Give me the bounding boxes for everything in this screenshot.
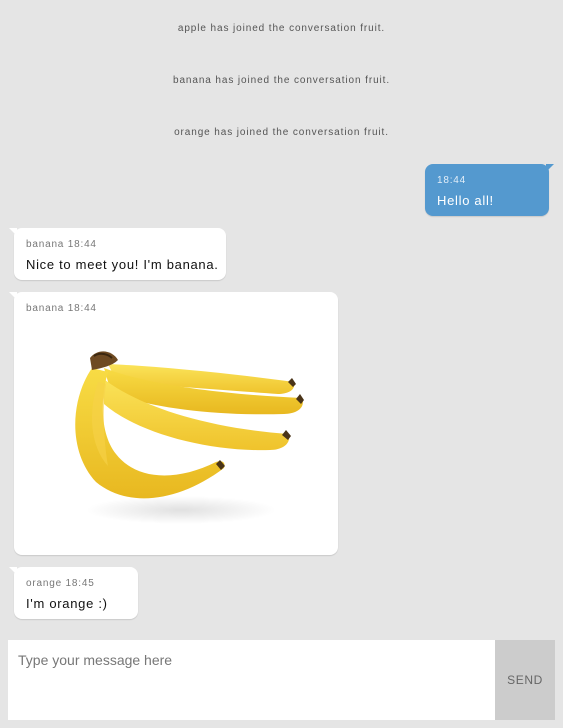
message-text: I'm orange :) [26, 596, 108, 611]
message-time: 18:44 [67, 303, 97, 314]
message-text: Hello all! [437, 193, 494, 208]
message-bubble: banana 18:44 Nice to meet you! I'm banan… [9, 228, 226, 280]
message-sender: orange [26, 578, 62, 589]
system-message: orange has joined the conversation fruit… [174, 127, 389, 138]
system-message: apple has joined the conversation fruit. [177, 23, 386, 34]
message-meta: banana 18:44 [26, 303, 97, 314]
message-bubble: orange 18:45 I'm orange :) [9, 567, 138, 619]
banana-image[interactable] [56, 342, 306, 532]
message-input[interactable] [8, 640, 495, 720]
message-time: 18:45 [65, 578, 95, 589]
message-bubble-image: banana 18:44 [9, 292, 338, 555]
message-meta: banana 18:44 [26, 239, 97, 250]
message-sender: banana [26, 303, 65, 314]
message-text: Nice to meet you! I'm banana. [26, 257, 219, 272]
send-button[interactable]: SEND [495, 640, 555, 720]
system-message: banana has joined the conversation fruit… [172, 75, 391, 86]
message-time: 18:44 [437, 175, 467, 186]
message-bubble-own: 18:44 Hello all! [425, 164, 554, 216]
message-meta: orange 18:45 [26, 578, 95, 589]
message-time: 18:44 [67, 239, 97, 250]
message-sender: banana [26, 239, 65, 250]
message-composer: SEND [8, 640, 555, 720]
